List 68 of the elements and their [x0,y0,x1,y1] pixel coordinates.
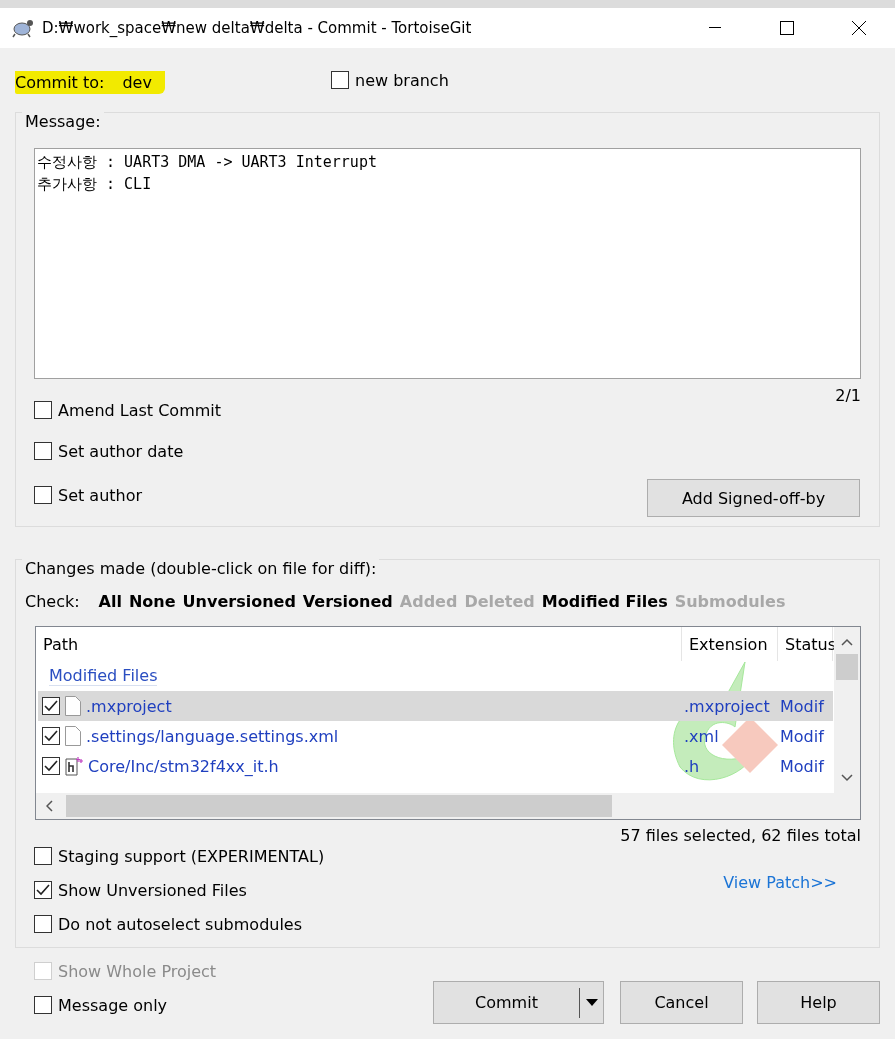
message-field[interactable]: 수정사항 : UART3 DMA -> UART3 Interrupt 추가사항 : CLI [34,148,861,379]
column-header[interactable]: Path [36,627,682,661]
checkbox-label: Message only [58,995,168,1015]
checkbox[interactable] [331,71,349,89]
file-path: Core/Inc/stm32f4xx_it.h [88,756,279,776]
file-row[interactable]: .mxproject .mxproject Modif [38,691,833,721]
filter-link[interactable]: All [98,591,122,611]
minimize-icon [709,27,721,29]
header-file-icon [64,756,84,776]
filter-link[interactable]: Modified Files [541,591,668,611]
group-label: Changes made (double-click on file for diff): [22,559,380,578]
horizontal-scrollbar[interactable] [36,793,860,819]
file-icon [64,695,82,717]
group-header: Modified Files [49,666,158,686]
file-row[interactable]: .settings/language.settings.xml .xml Modif [38,721,833,751]
file-status: Modif [780,726,824,746]
file-status: Modif [780,756,824,776]
column-header[interactable]: Status [778,627,833,661]
checkbox-label: Staging support (EXPERIMENTAL) [58,846,325,866]
checkbox[interactable] [34,996,52,1014]
checkbox-label: Do not autoselect submodules [58,914,303,934]
checkbox[interactable] [42,697,60,715]
file-icon [64,725,82,747]
commit-to-label: Commit to: [15,72,105,92]
selection-summary: 57 files selected, 62 files total [620,826,861,845]
maximize-icon [780,21,794,35]
file-status: Modif [780,696,824,716]
caret-icon [585,999,598,1006]
checkbox[interactable] [34,401,52,419]
dialog-button[interactable]: Cancel [620,981,743,1024]
branch-name: dev [122,72,152,92]
filter-link[interactable]: Unversioned [182,591,296,611]
close-icon [852,21,866,35]
turtle-icon [12,18,34,38]
filter-link[interactable]: None [128,591,176,611]
check-label: Check: [25,591,80,611]
checkbox-label: Amend Last Commit [58,400,222,420]
file-row[interactable]: Core/Inc/stm32f4xx_it.h .h Modif [38,751,833,781]
group-label: Message: [22,112,104,131]
checkbox[interactable] [34,442,52,460]
file-path: .settings/language.settings.xml [86,726,339,746]
checkbox-label: Show Whole Project [58,961,217,981]
column-header[interactable]: Extension [682,627,778,661]
checkbox-label: Set author [58,485,143,505]
view-patch-link[interactable]: View Patch>> [723,873,837,892]
checkbox-label: Show Unversioned Files [58,880,247,900]
window-title: D:₩work_space₩new delta₩delta - Commit - TortoiseGit [42,19,473,37]
message-line: 수정사항 : UART3 DMA -> UART3 Interrupt [37,152,378,173]
checkbox-label: new branch [355,70,449,90]
checkbox[interactable] [34,915,52,933]
checkbox[interactable] [42,727,60,745]
vertical-scrollbar[interactable] [834,627,860,793]
checkbox[interactable] [42,757,60,775]
dialog-button[interactable]: Help [757,981,880,1024]
filter-link[interactable]: Versioned [302,591,393,611]
file-list[interactable]: Path Extension Status Modified Files .mxproject .mxproject Modif .settings/language.settings.xml .xml Modif Core/Inc/stm32f4xx_it.h .h Modif [35,626,861,820]
signoff-button[interactable]: Add Signed-off-by [647,479,860,517]
checkbox[interactable] [34,486,52,504]
file-extension: .h [684,756,700,776]
checkbox[interactable] [34,847,52,865]
line-counter: 2/1 [835,386,861,405]
checkbox-label: Set author date [58,441,184,461]
checkbox[interactable] [34,881,52,899]
file-path: .mxproject [86,696,172,716]
file-extension: .xml [684,726,719,746]
commit-button[interactable]: Commit [433,981,604,1024]
file-extension: .mxproject [684,696,770,716]
message-line: 추가사항 : CLI [37,174,153,195]
